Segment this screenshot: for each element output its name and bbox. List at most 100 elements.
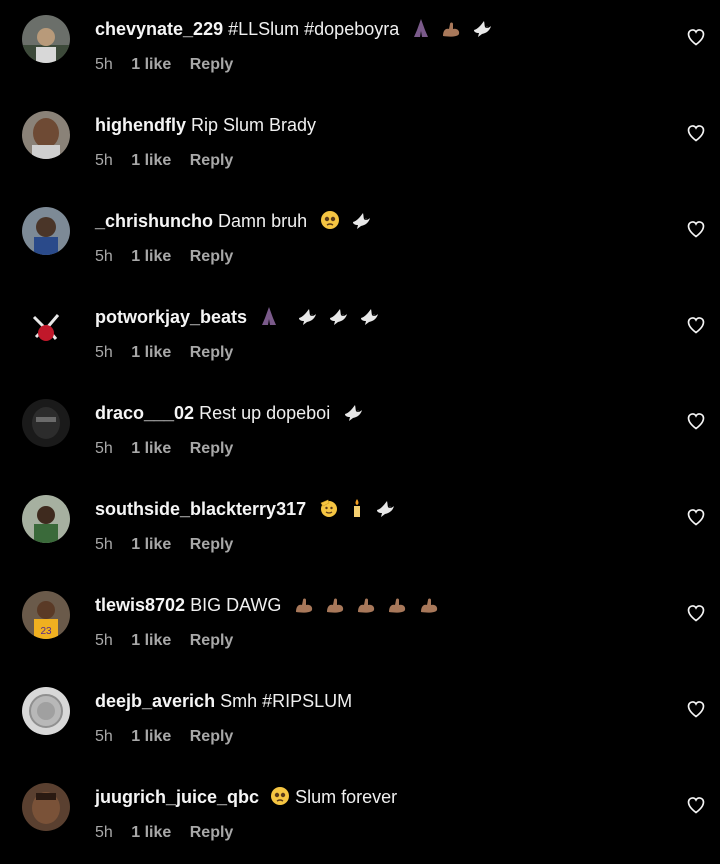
comment-time: 5h	[95, 440, 113, 457]
comment-time: 5h	[95, 248, 113, 265]
reply-button[interactable]: Reply	[190, 536, 234, 553]
comment-text: Rest up dopeboi	[199, 403, 331, 423]
comment-item: chevynate_229 #LLSlum #dopeboyra 5h 1 li…	[0, 0, 720, 96]
comment-likes[interactable]: 1 like	[131, 824, 171, 841]
heart-icon[interactable]	[686, 123, 706, 143]
comment-username[interactable]: deejb_averich	[95, 691, 215, 711]
comment-likes[interactable]: 1 like	[131, 728, 171, 745]
comment-line: potworkjay_beats	[95, 305, 379, 332]
avatar[interactable]: 23	[22, 591, 70, 639]
heart-icon[interactable]	[686, 27, 706, 47]
comment-meta: 5h 1 like Reply	[95, 343, 247, 363]
comment-likes[interactable]: 1 like	[131, 152, 171, 169]
flexed-biceps-icon	[387, 596, 407, 620]
reply-button[interactable]: Reply	[190, 344, 234, 361]
comment-username[interactable]: potworkjay_beats	[95, 307, 247, 327]
comment-username[interactable]: juugrich_juice_qbc	[95, 787, 259, 807]
comment-line: southside_blackterry317	[95, 497, 395, 524]
comment-meta: 5h 1 like Reply	[95, 727, 247, 747]
reply-button[interactable]: Reply	[190, 728, 234, 745]
reply-button[interactable]: Reply	[190, 824, 234, 841]
flexed-biceps-icon	[419, 596, 439, 620]
reply-button[interactable]: Reply	[190, 56, 234, 73]
avatar[interactable]	[22, 399, 70, 447]
comment-meta: 5h 1 like Reply	[95, 55, 247, 75]
comment-likes[interactable]: 1 like	[131, 440, 171, 457]
reply-button[interactable]: Reply	[190, 440, 234, 457]
comment-time: 5h	[95, 56, 113, 73]
dove-icon	[297, 308, 317, 332]
comment-meta: 5h 1 like Reply	[95, 247, 247, 267]
comment-line: _chrishuncho Damn bruh	[95, 209, 371, 236]
flexed-biceps-icon	[325, 596, 345, 620]
comment-line: juugrich_juice_qbc Slum forever	[95, 785, 397, 812]
comment-username[interactable]: tlewis8702	[95, 595, 185, 615]
comment-text: BIG DAWG	[190, 595, 282, 615]
comment-line: deejb_averich Smh #RIPSLUM	[95, 689, 352, 713]
comment-likes[interactable]: 1 like	[131, 344, 171, 361]
comments-list: chevynate_229 #LLSlum #dopeboyra 5h 1 li…	[0, 0, 720, 855]
reply-button[interactable]: Reply	[190, 248, 234, 265]
comment-text: Slum forever	[295, 787, 398, 807]
dove-icon	[351, 212, 371, 236]
heart-icon[interactable]	[686, 603, 706, 623]
comment-meta: 5h 1 like Reply	[95, 823, 247, 843]
heart-icon[interactable]	[686, 795, 706, 815]
comment-likes[interactable]: 1 like	[131, 632, 171, 649]
praying-hands-icon	[412, 18, 430, 44]
saluting-face-icon	[319, 498, 339, 524]
comment-line: tlewis8702 BIG DAWG	[95, 593, 439, 620]
flexed-biceps-icon	[441, 20, 461, 44]
flexed-biceps-icon	[294, 596, 314, 620]
dove-icon	[343, 404, 363, 428]
svg-text:23: 23	[40, 626, 52, 637]
avatar[interactable]	[22, 15, 70, 63]
avatar[interactable]	[22, 495, 70, 543]
praying-hands-icon	[260, 306, 278, 332]
candle-icon	[350, 498, 364, 524]
comment-username[interactable]: southside_blackterry317	[95, 499, 306, 519]
comment-time: 5h	[95, 728, 113, 745]
comment-username[interactable]: _chrishuncho	[95, 211, 213, 231]
comment-time: 5h	[95, 632, 113, 649]
dove-icon	[328, 308, 348, 332]
heart-icon[interactable]	[686, 411, 706, 431]
comment-likes[interactable]: 1 like	[131, 248, 171, 265]
reply-button[interactable]: Reply	[190, 152, 234, 169]
comment-item: 23 tlewis8702 BIG DAWG 5h 1 like Reply	[0, 576, 720, 672]
avatar[interactable]	[22, 111, 70, 159]
reply-button[interactable]: Reply	[190, 632, 234, 649]
comment-item: potworkjay_beats 5h 1 like Reply	[0, 288, 720, 384]
comment-username[interactable]: chevynate_229	[95, 19, 223, 39]
comment-meta: 5h 1 like Reply	[95, 151, 247, 171]
comment-text: Rip Slum Brady	[191, 115, 317, 135]
heart-icon[interactable]	[686, 507, 706, 527]
comment-username[interactable]: highendfly	[95, 115, 186, 135]
pleading-face-icon	[270, 786, 290, 812]
avatar[interactable]	[22, 207, 70, 255]
heart-icon[interactable]	[686, 219, 706, 239]
comment-time: 5h	[95, 824, 113, 841]
dove-icon	[472, 20, 492, 44]
comment-username[interactable]: draco___02	[95, 403, 194, 423]
comment-item: southside_blackterry317 5h 1 like Reply	[0, 480, 720, 576]
dove-icon	[375, 500, 395, 524]
comment-likes[interactable]: 1 like	[131, 56, 171, 73]
comment-meta: 5h 1 like Reply	[95, 631, 247, 651]
avatar[interactable]	[22, 303, 70, 351]
comment-text: #LLSlum #dopeboyra	[228, 19, 400, 39]
comment-likes[interactable]: 1 like	[131, 536, 171, 553]
comment-item: juugrich_juice_qbc Slum forever 5h 1 lik…	[0, 768, 720, 864]
comment-line: chevynate_229 #LLSlum #dopeboyra	[95, 17, 492, 44]
heart-icon[interactable]	[686, 315, 706, 335]
avatar[interactable]	[22, 783, 70, 831]
comment-time: 5h	[95, 344, 113, 361]
comment-time: 5h	[95, 536, 113, 553]
heart-icon[interactable]	[686, 699, 706, 719]
pleading-face-icon	[320, 210, 340, 236]
comment-item: deejb_averich Smh #RIPSLUM 5h 1 like Rep…	[0, 672, 720, 768]
comment-meta: 5h 1 like Reply	[95, 439, 247, 459]
avatar[interactable]	[22, 687, 70, 735]
comment-line: highendfly Rip Slum Brady	[95, 113, 316, 137]
dove-icon	[359, 308, 379, 332]
